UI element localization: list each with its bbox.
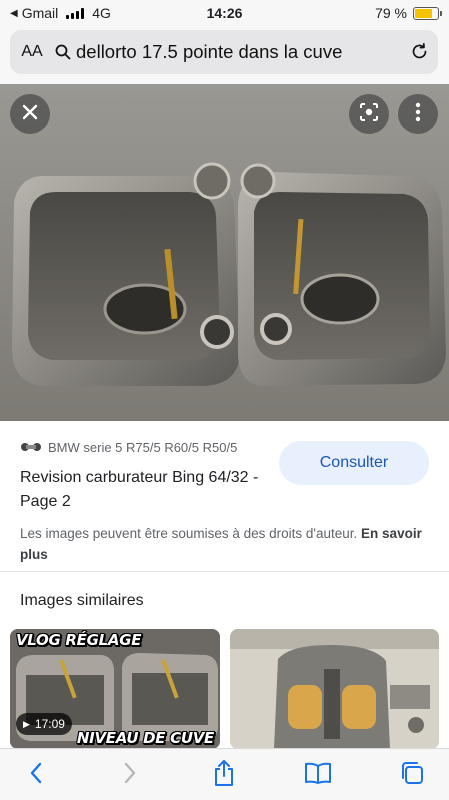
battery-percent: 79 %: [375, 5, 407, 21]
battery-icon: [413, 6, 442, 20]
more-vertical-icon: [415, 102, 421, 127]
tabs-icon: [399, 760, 425, 791]
forward-button[interactable]: [114, 759, 146, 791]
close-icon: [21, 103, 39, 126]
thumb-2-photo: [230, 629, 439, 749]
image-viewer[interactable]: [0, 84, 449, 421]
text-size-button[interactable]: AA: [10, 43, 50, 61]
browser-toolbar: [0, 748, 449, 800]
similar-image-1[interactable]: VLOG RÉGLAGE NIVEAU DE CUVE ▶ 17:09: [10, 629, 220, 749]
thumb-1-title-top: VLOG RÉGLAGE: [16, 631, 142, 649]
play-icon: ▶: [23, 718, 30, 729]
tabs-button[interactable]: [396, 759, 428, 791]
bookmarks-button[interactable]: [302, 759, 334, 791]
status-bar: ◀ Gmail 4G 14:26 79 %: [0, 0, 449, 26]
similar-image-2[interactable]: [230, 629, 439, 749]
more-button[interactable]: [398, 94, 438, 134]
site-favicon-icon: [20, 440, 42, 455]
divider: [0, 571, 449, 572]
copyright-text: Les images peuvent être soumises à des d…: [20, 526, 358, 541]
close-button[interactable]: [10, 94, 50, 134]
source-line[interactable]: BMW serie 5 R75/5 R60/5 R50/5: [20, 440, 237, 455]
lens-button[interactable]: [349, 94, 389, 134]
address-bar-area: AA dellorto 17.5 pointe dans la cuve: [0, 26, 449, 84]
thumb-1-title-bottom: NIVEAU DE CUVE: [76, 729, 214, 747]
lens-icon: [359, 102, 379, 127]
consult-button[interactable]: Consulter: [279, 441, 429, 485]
back-icon: [29, 762, 43, 789]
similar-images-heading: Images similaires: [20, 592, 144, 609]
back-button[interactable]: [20, 759, 52, 791]
carburetor-photo: [0, 84, 449, 421]
copyright-notice: Les images peuvent être soumises à des d…: [20, 523, 430, 565]
share-button[interactable]: [208, 759, 240, 791]
search-icon: [50, 44, 76, 60]
result-title[interactable]: Revision carburateur Bing 64/32 - Page 2: [20, 466, 270, 514]
share-icon: [212, 759, 236, 792]
source-name: BMW serie 5 R75/5 R60/5 R50/5: [48, 440, 238, 455]
forward-icon: [123, 762, 137, 789]
reload-icon[interactable]: [402, 42, 438, 62]
address-bar[interactable]: AA dellorto 17.5 pointe dans la cuve: [10, 30, 438, 74]
video-duration-badge: ▶ 17:09: [16, 713, 72, 735]
bookmarks-icon: [304, 761, 332, 790]
url-query[interactable]: dellorto 17.5 pointe dans la cuve: [76, 41, 402, 63]
video-duration: 17:09: [34, 717, 65, 731]
